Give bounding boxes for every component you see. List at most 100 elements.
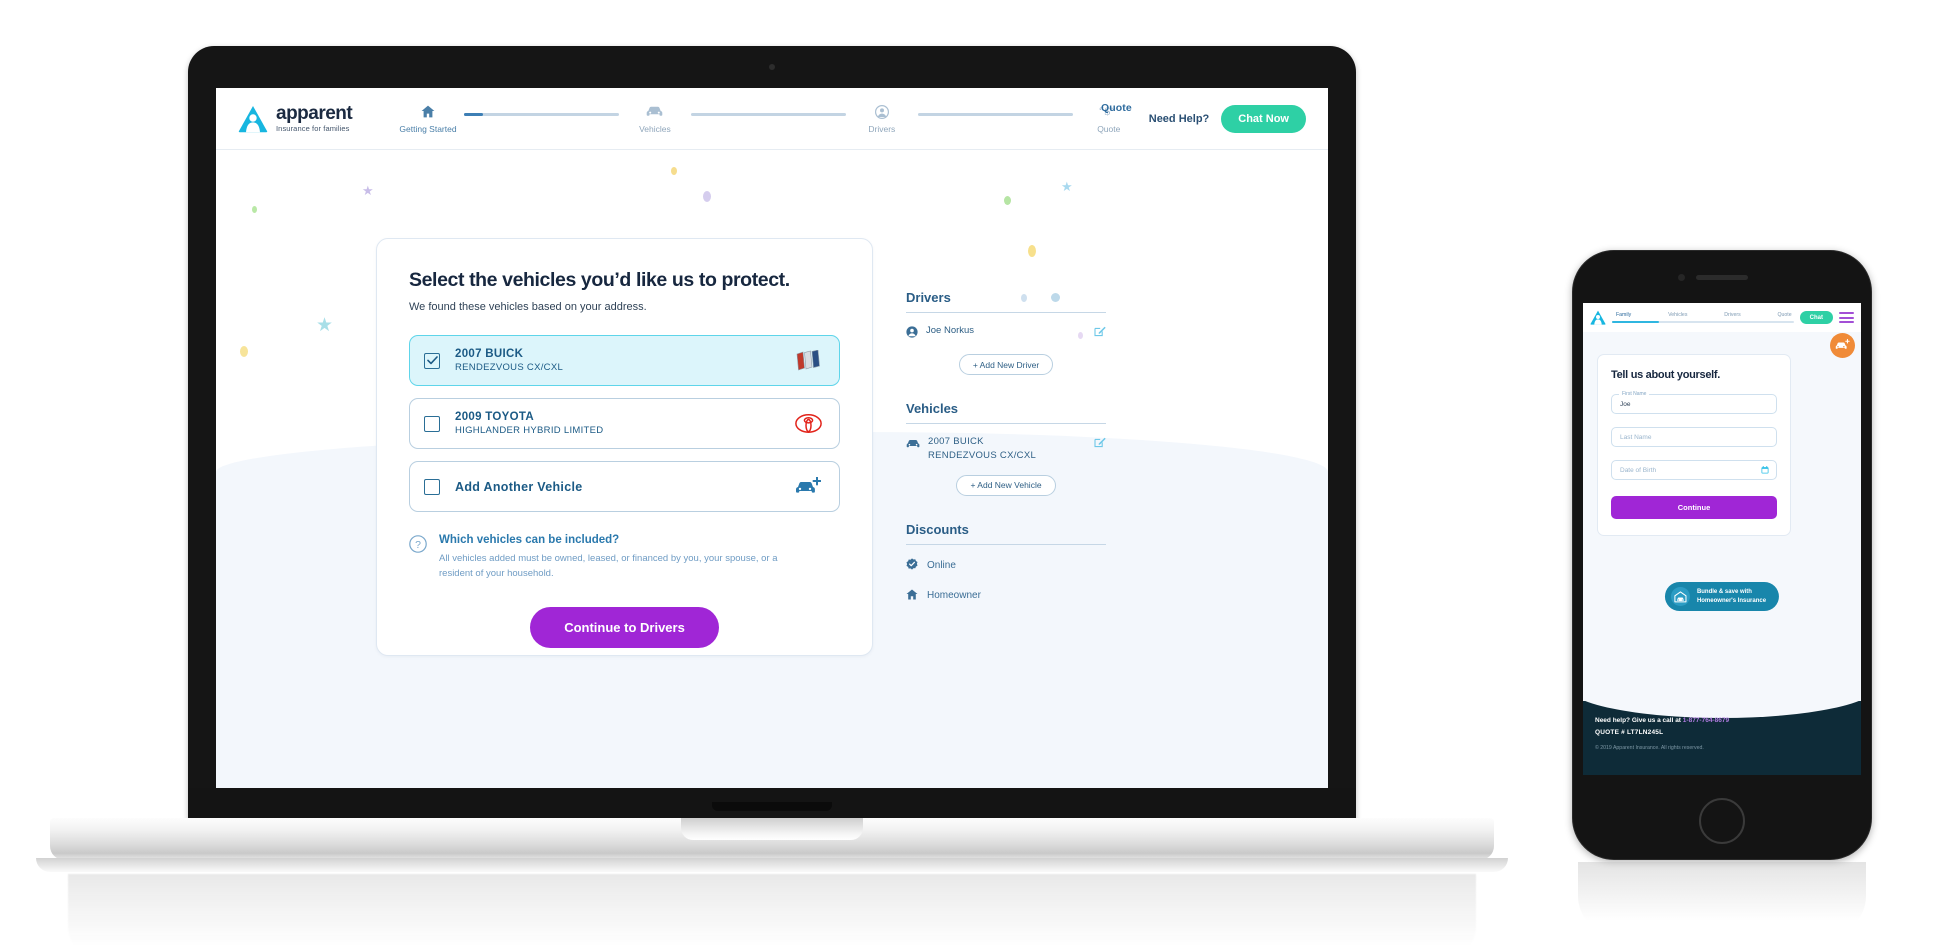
mobile-page-title: Tell us about yourself. bbox=[1611, 369, 1721, 381]
driver-name: Joe Norkus bbox=[926, 325, 975, 336]
first-name-value: Joe bbox=[1620, 400, 1631, 408]
add-driver-wrap: + Add New Driver bbox=[906, 354, 1106, 375]
rail-title: Drivers bbox=[906, 290, 951, 305]
apparent-triangle-logo-icon[interactable] bbox=[1590, 310, 1606, 325]
rail-header: Drivers bbox=[906, 290, 1106, 313]
calendar-icon[interactable] bbox=[1761, 461, 1769, 479]
mobile-step-drivers[interactable]: Drivers bbox=[1724, 312, 1740, 318]
last-name-placeholder: Last Name bbox=[1620, 433, 1652, 441]
edit-pencil-icon[interactable] bbox=[1094, 324, 1106, 342]
navbar-actions: Need Help? Chat Now bbox=[1149, 104, 1306, 133]
mobile-chat-button[interactable]: Chat bbox=[1799, 311, 1833, 324]
mobile-continue-button[interactable]: Continue bbox=[1611, 496, 1777, 519]
mobile-navbar: Family Vehicles Drivers Quote Chat bbox=[1583, 303, 1861, 332]
vehicle-subtitle: RENDEZVOUS CX/CXL bbox=[455, 362, 564, 373]
footer-phone-link[interactable]: 1-877-764-8679 bbox=[1683, 717, 1729, 724]
apparent-web-app: apparent Insurance for families Getting … bbox=[216, 88, 1328, 788]
step-vehicles[interactable]: Vehicles bbox=[625, 104, 685, 134]
vehicle-checkbox-unchecked[interactable] bbox=[424, 478, 440, 495]
phone-home-button[interactable] bbox=[1699, 798, 1745, 844]
step-progress-bar-3 bbox=[917, 113, 1073, 116]
vehicle-subtitle: HIGHLANDER HYBRID LIMITED bbox=[455, 425, 604, 436]
vehicle-checkbox-unchecked[interactable] bbox=[424, 415, 440, 432]
rail-title: Vehicles bbox=[906, 401, 959, 416]
person-icon bbox=[874, 104, 889, 120]
chat-now-button[interactable]: Chat Now bbox=[1221, 104, 1306, 133]
laptop-device: apparent Insurance for families Getting … bbox=[36, 46, 1508, 947]
help-block: ? Which vehicles can be included? All ve… bbox=[409, 534, 840, 581]
vehicle-list: 2007 BUICK RENDEZVOUS CX/CXL 2009 TOYOTA… bbox=[409, 335, 840, 512]
rail-header: Discounts bbox=[906, 522, 1106, 545]
vehicle-row-buick[interactable]: 2007 BUICK RENDEZVOUS CX/CXL bbox=[409, 335, 840, 386]
mobile-form-card: Tell us about yourself. First Name Joe L… bbox=[1597, 354, 1791, 536]
rail-title: Discounts bbox=[906, 521, 969, 537]
home-icon bbox=[421, 104, 435, 120]
confetti-dot bbox=[1028, 245, 1036, 257]
brand-tagline: Insurance for families bbox=[276, 124, 350, 134]
question-mark-icon[interactable]: ? bbox=[409, 535, 427, 581]
step-progress-bar-1 bbox=[464, 113, 619, 116]
step-label: Vehicles bbox=[639, 123, 671, 134]
rail-status-dot bbox=[1051, 293, 1060, 302]
confetti-dot bbox=[1004, 196, 1011, 205]
vehicle-title: 2009 TOYOTA bbox=[455, 411, 534, 423]
brand-logo[interactable]: apparent Insurance for families bbox=[238, 104, 394, 133]
bundle-line2: Homeowner's Insurance bbox=[1696, 597, 1767, 604]
continue-to-drivers-button[interactable]: Continue to Drivers bbox=[530, 607, 719, 649]
vehicle-row-toyota[interactable]: 2009 TOYOTA HIGHLANDER HYBRID LIMITED bbox=[409, 398, 840, 449]
hamburger-menu-icon[interactable] bbox=[1839, 312, 1854, 323]
car-icon bbox=[646, 104, 663, 120]
cta-wrapper: Continue to Drivers bbox=[409, 607, 840, 649]
mobile-step-vehicles[interactable]: Vehicles bbox=[1668, 312, 1687, 318]
toyota-logo-icon bbox=[793, 411, 823, 437]
rail-section-discounts: Discounts Online Homeowner bbox=[906, 522, 1106, 605]
footer-help-prefix: Need help? Give us a call at bbox=[1595, 717, 1683, 724]
first-name-field[interactable]: First Name Joe bbox=[1611, 390, 1777, 414]
add-vehicle-wrap: + Add New Vehicle bbox=[906, 474, 1106, 496]
first-name-label: First Name bbox=[1619, 390, 1650, 397]
help-title: Which vehicles can be included? bbox=[439, 534, 620, 546]
date-of-birth-field[interactable]: Date of Birth bbox=[1611, 460, 1777, 480]
need-help-link[interactable]: Need Help? bbox=[1149, 113, 1210, 125]
webcam-icon bbox=[769, 64, 775, 70]
add-new-driver-button[interactable]: + Add New Driver bbox=[958, 354, 1054, 375]
add-new-vehicle-button[interactable]: + Add New Vehicle bbox=[956, 474, 1056, 496]
bundle-and-save-banner[interactable]: Bundle & save with Homeowner's Insurance bbox=[1664, 582, 1780, 611]
mobile-step-labels: Family Vehicles Drivers Quote bbox=[1612, 312, 1794, 318]
vehicle-checkbox-checked[interactable] bbox=[424, 352, 440, 369]
edit-pencil-icon[interactable] bbox=[1094, 435, 1106, 453]
vehicle-selection-card: Select the vehicles you’d like us to pro… bbox=[376, 238, 873, 656]
mobile-step-quote[interactable]: Quote bbox=[1777, 312, 1791, 318]
discount-item-homeowner: Homeowner bbox=[906, 586, 1106, 605]
summary-rail: Drivers Joe Norkus + Add New Driver Vehi… bbox=[906, 290, 1106, 631]
page-subtitle: We found these vehicles based on your ad… bbox=[409, 301, 647, 313]
last-name-field[interactable]: Last Name bbox=[1611, 427, 1777, 447]
person-circle-icon bbox=[906, 325, 918, 343]
vehicle-row-add-another[interactable]: Add Another Vehicle bbox=[409, 461, 840, 512]
rail-header: Vehicles bbox=[906, 401, 1106, 424]
car-plus-icon bbox=[793, 474, 823, 500]
mobile-body: Tell us about yourself. First Name Joe L… bbox=[1583, 332, 1861, 775]
mobile-step-family[interactable]: Family bbox=[1616, 312, 1631, 318]
rail-vehicle-item: 2007 BUICK RENDEZVOUS CX/CXL bbox=[906, 435, 1106, 464]
rail-section-drivers: Drivers Joe Norkus + Add New Driver bbox=[906, 290, 1106, 375]
app-body: ★ ★ ★ Select the vehicles you’d like us … bbox=[216, 150, 1328, 788]
check-badge-icon bbox=[906, 557, 918, 575]
mobile-footer: Need help? Give us a call at 1-877-764-8… bbox=[1583, 684, 1861, 775]
home-icon bbox=[906, 587, 918, 605]
add-vehicle-fab-icon[interactable] bbox=[1830, 333, 1855, 358]
rail-section-vehicles: Vehicles 2007 BUICK RENDEZVOUS CX/CXL + … bbox=[906, 401, 1106, 496]
confetti-star: ★ bbox=[316, 315, 334, 336]
page-title: Select the vehicles you’d like us to pro… bbox=[409, 269, 790, 291]
step-label: Drivers bbox=[868, 123, 896, 134]
confetti-dot bbox=[703, 191, 711, 202]
bundle-line1: Bundle & save with bbox=[1696, 588, 1752, 595]
step-drivers[interactable]: Drivers bbox=[852, 104, 912, 134]
help-body: All vehicles added must be owned, leased… bbox=[439, 553, 778, 579]
step-getting-started[interactable]: Getting Started bbox=[398, 104, 458, 134]
vehicle-title: 2007 BUICK bbox=[455, 348, 524, 360]
confetti-star: ★ bbox=[362, 183, 374, 198]
vehicle-text: 2007 BUICK RENDEZVOUS CX/CXL bbox=[455, 348, 793, 373]
laptop-foot-edge bbox=[36, 858, 1508, 872]
help-text-wrap: Which vehicles can be included? All vehi… bbox=[439, 534, 794, 581]
